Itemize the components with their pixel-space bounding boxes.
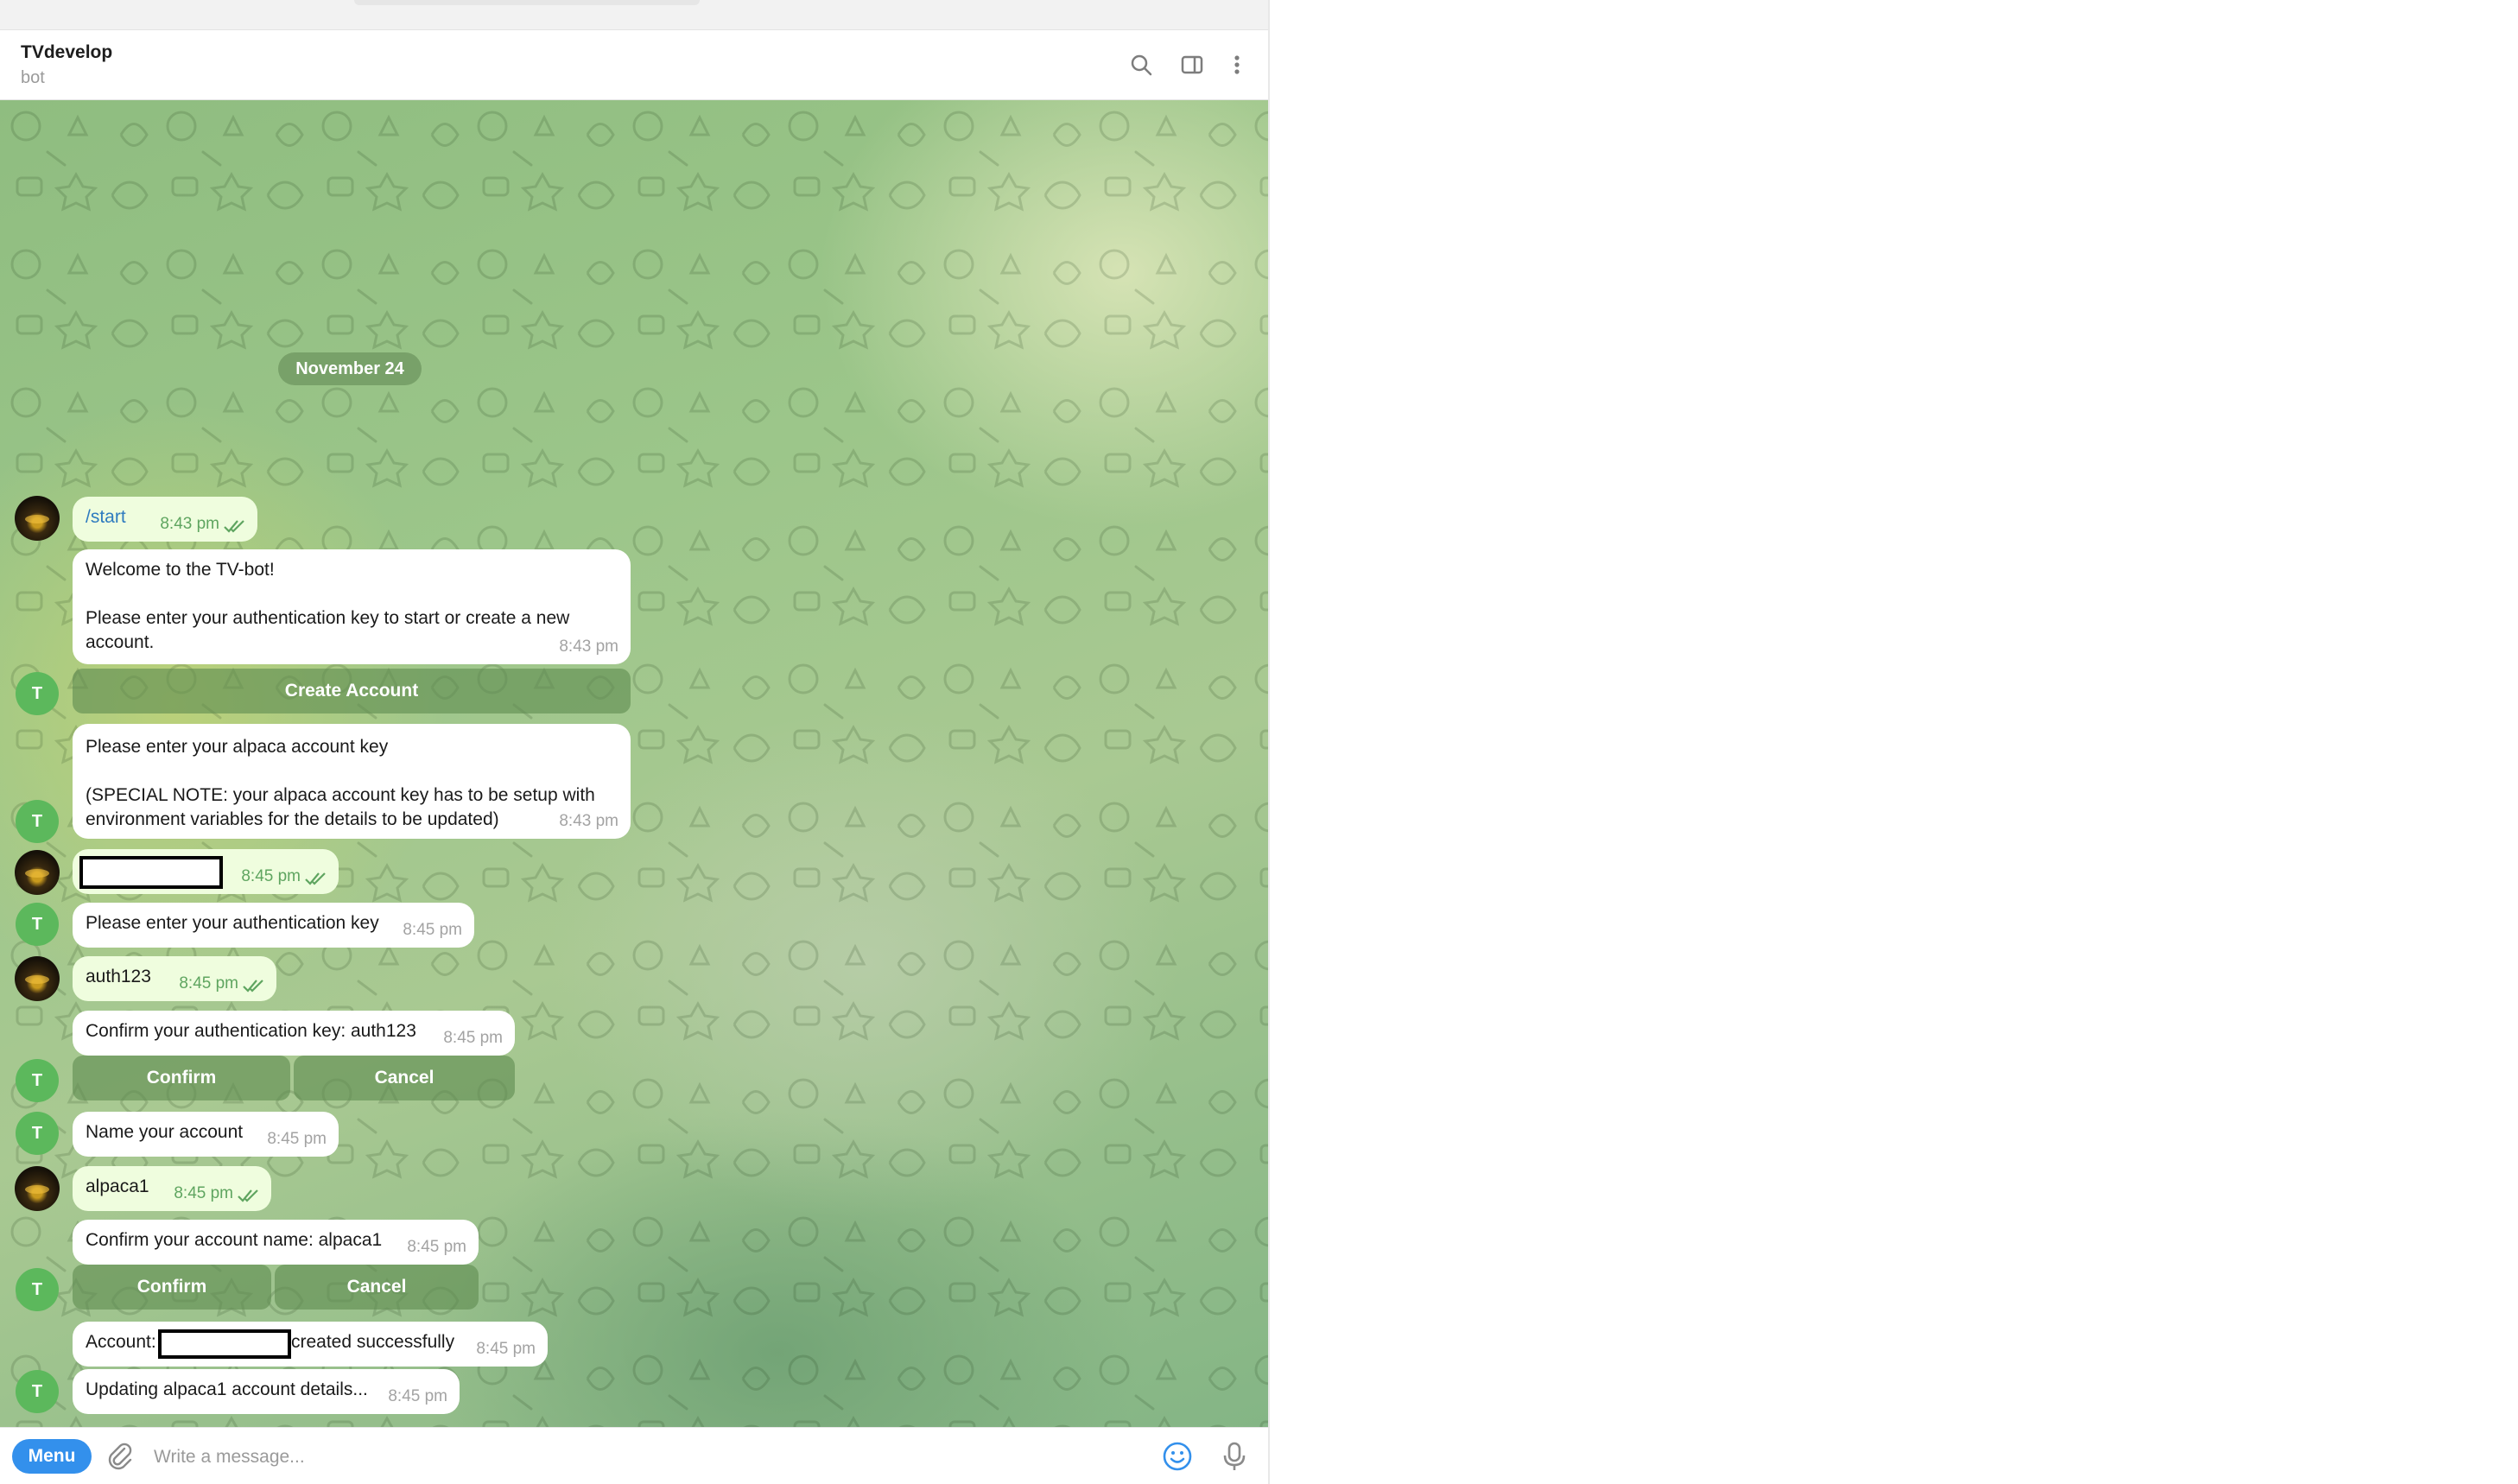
confirm-auth-key-button[interactable]: Confirm bbox=[73, 1056, 290, 1100]
message-time: 8:45 pm bbox=[388, 1387, 447, 1405]
message-text: Confirm your authentication key: auth123 bbox=[86, 1021, 416, 1041]
message-time: 8:43 pm bbox=[559, 637, 618, 656]
user-avatar[interactable] bbox=[15, 1166, 60, 1211]
microphone-icon[interactable] bbox=[1216, 1438, 1253, 1474]
create-account-button[interactable]: Create Account bbox=[73, 669, 631, 713]
bot-avatar[interactable]: T bbox=[16, 1112, 59, 1155]
window-drag-handle[interactable] bbox=[354, 0, 700, 5]
message-start-command[interactable]: /start 8:43 pm bbox=[73, 497, 257, 542]
message-time: 8:45 pm bbox=[241, 867, 301, 885]
message-time: 8:43 pm bbox=[559, 812, 618, 830]
cancel-auth-key-button[interactable]: Cancel bbox=[294, 1056, 515, 1100]
message-text: Updating alpaca1 account details... bbox=[86, 1379, 368, 1399]
double-check-icon bbox=[224, 520, 244, 533]
message-confirm-auth-key[interactable]: Confirm your authentication key: auth123… bbox=[73, 1011, 515, 1056]
user-avatar[interactable] bbox=[15, 496, 60, 541]
chat-title[interactable]: TVdevelop bbox=[21, 42, 112, 63]
bot-avatar[interactable]: T bbox=[16, 1059, 59, 1102]
message-name-account[interactable]: Name your account 8:45 pm bbox=[73, 1112, 339, 1157]
bot-avatar[interactable]: T bbox=[16, 903, 59, 946]
cancel-account-name-button[interactable]: Cancel bbox=[275, 1265, 479, 1310]
message-input[interactable] bbox=[152, 1438, 1149, 1476]
sidebar-toggle-icon[interactable] bbox=[1177, 49, 1208, 80]
paperclip-icon[interactable] bbox=[104, 1440, 136, 1473]
message-text: Please enter your authentication key bbox=[86, 913, 379, 933]
message-text-line: (SPECIAL NOTE: your alpaca account key h… bbox=[86, 785, 595, 805]
message-time: 8:45 pm bbox=[267, 1130, 327, 1148]
message-confirm-account-name[interactable]: Confirm your account name: alpaca1 8:45 … bbox=[73, 1220, 479, 1265]
bot-avatar[interactable]: T bbox=[16, 1268, 59, 1311]
user-avatar[interactable] bbox=[15, 850, 60, 895]
message-time: 8:45 pm bbox=[179, 974, 238, 993]
double-check-icon bbox=[243, 980, 263, 993]
message-text-line: Please enter your authentication key to … bbox=[86, 608, 570, 628]
message-updating-account[interactable]: Updating alpaca1 account details... 8:45… bbox=[73, 1369, 460, 1414]
bot-avatar[interactable]: T bbox=[16, 800, 59, 843]
message-auth123[interactable]: auth123 8:45 pm bbox=[73, 956, 276, 1001]
message-text: auth123 bbox=[86, 967, 151, 986]
emoji-icon[interactable] bbox=[1159, 1438, 1196, 1474]
command-link[interactable]: /start bbox=[86, 505, 126, 530]
message-text-line: Welcome to the TV-bot! bbox=[86, 560, 275, 580]
bot-avatar[interactable]: T bbox=[16, 1370, 59, 1413]
redacted-text bbox=[158, 1329, 291, 1359]
bot-avatar[interactable]: T bbox=[16, 672, 59, 715]
double-check-icon bbox=[305, 872, 326, 885]
window-edge bbox=[1268, 0, 1270, 1484]
message-text: alpaca1 bbox=[86, 1176, 149, 1196]
chat-subtitle: bot bbox=[21, 68, 45, 87]
message-text: Confirm your account name: alpaca1 bbox=[86, 1230, 383, 1250]
message-text-line: account. bbox=[86, 632, 155, 652]
message-text: Account: bbox=[86, 1332, 156, 1352]
message-welcome[interactable]: Welcome to the TV-bot! Please enter your… bbox=[73, 549, 631, 664]
search-icon[interactable] bbox=[1126, 49, 1157, 80]
redacted-text bbox=[79, 856, 223, 889]
message-auth-key-request[interactable]: Please enter your authentication key 8:4… bbox=[73, 903, 474, 948]
message-time: 8:43 pm bbox=[160, 515, 219, 533]
message-text-line: environment variables for the details to… bbox=[86, 809, 499, 829]
bot-menu-button[interactable]: Menu bbox=[12, 1439, 92, 1474]
message-composer: Menu bbox=[0, 1427, 1268, 1484]
message-time: 8:45 pm bbox=[476, 1340, 536, 1358]
message-text: Name your account bbox=[86, 1122, 244, 1142]
message-alpaca-key-request[interactable]: Please enter your alpaca account key (SP… bbox=[73, 724, 631, 839]
more-vertical-icon[interactable] bbox=[1221, 49, 1253, 80]
message-text-line: Please enter your alpaca account key bbox=[86, 737, 389, 757]
message-time: 8:45 pm bbox=[443, 1029, 503, 1047]
message-account-created[interactable]: Account: created successfully 8:45 pm bbox=[73, 1322, 548, 1367]
window-top-strip bbox=[0, 0, 1268, 30]
chat-header[interactable]: TVdevelop bot bbox=[0, 30, 1268, 100]
message-alpaca1[interactable]: alpaca1 8:45 pm bbox=[73, 1166, 271, 1211]
message-text: created successfully bbox=[291, 1332, 455, 1352]
message-time: 8:45 pm bbox=[403, 921, 462, 939]
message-time: 8:45 pm bbox=[407, 1238, 466, 1256]
message-redacted-key[interactable]: 8:45 pm bbox=[73, 849, 339, 894]
double-check-icon bbox=[238, 1189, 258, 1202]
message-time: 8:45 pm bbox=[174, 1184, 233, 1202]
confirm-account-name-button[interactable]: Confirm bbox=[73, 1265, 271, 1310]
user-avatar[interactable] bbox=[15, 956, 60, 1001]
telegram-window: TVdevelop bot November 24 /start 8:43 pm… bbox=[0, 0, 1268, 1484]
date-separator: November 24 bbox=[278, 352, 422, 385]
